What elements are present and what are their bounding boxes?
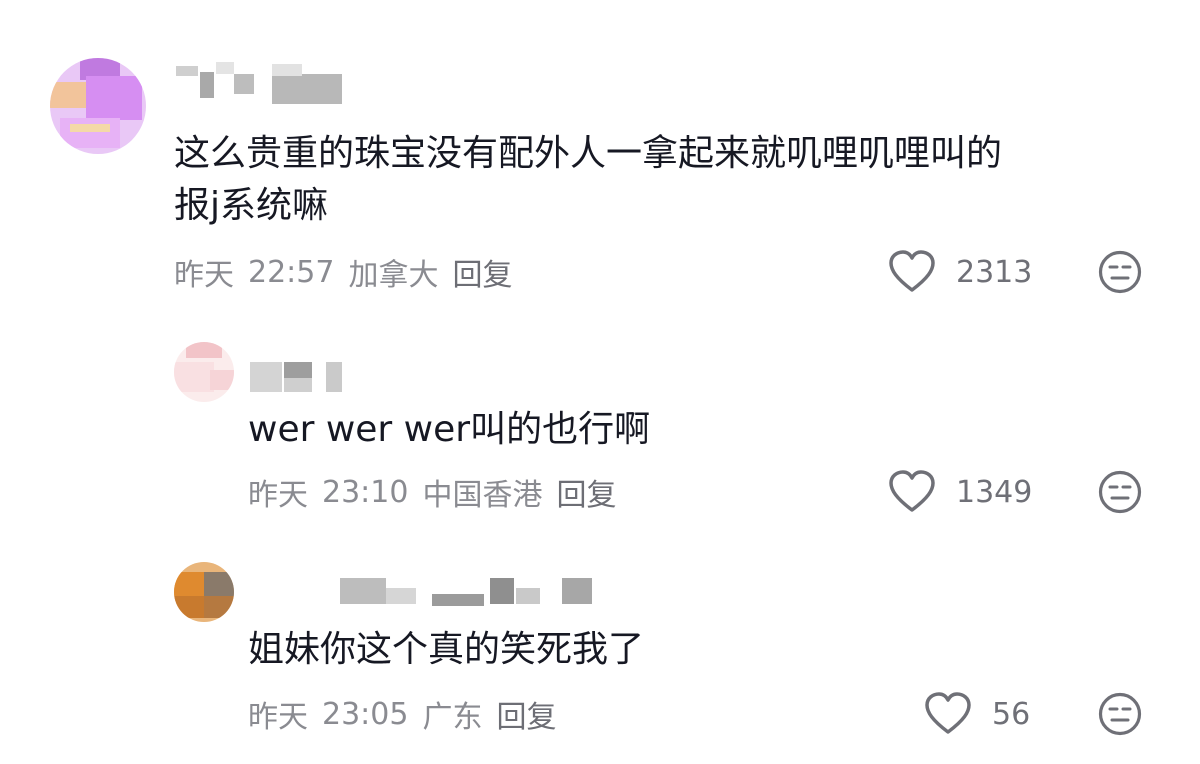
- heart-outline-icon: [925, 692, 971, 734]
- reply-button[interactable]: 回复: [452, 250, 512, 294]
- like-button[interactable]: 2313: [888, 250, 1032, 294]
- like-button[interactable]: 1349: [888, 470, 1032, 514]
- reply-item: wer wer wer叫的也行啊 昨天 23:10 中国香港 回复 1349: [0, 330, 1200, 530]
- like-count: 56: [992, 696, 1031, 732]
- neutral-face-icon[interactable]: [1098, 250, 1142, 294]
- comment-location: 广东: [422, 700, 483, 735]
- comment-meta: 昨天 23:05 广东 回复: [248, 692, 570, 736]
- avatar[interactable]: [50, 58, 146, 154]
- username-redacted[interactable]: [250, 358, 350, 394]
- comment-text: wer wer wer叫的也行啊: [248, 404, 650, 456]
- reply-item: 姐妹你这个真的笑死我了 昨天 23:05 广东 回复 56: [0, 552, 1200, 764]
- like-button[interactable]: 56: [924, 692, 1030, 736]
- comment-time: 23:05: [322, 696, 409, 732]
- comment-text-line: wer wer wer叫的也行啊: [248, 409, 651, 450]
- heart-outline-icon: [889, 250, 935, 292]
- comment-date: 昨天: [248, 700, 308, 735]
- like-count: 1349: [956, 474, 1033, 510]
- comment-time: 23:10: [322, 474, 409, 510]
- avatar[interactable]: [174, 342, 234, 402]
- comment-location: 加拿大: [348, 258, 439, 293]
- comment-meta: 昨天 23:10 中国香港 回复: [248, 470, 630, 514]
- heart-outline-icon: [889, 470, 935, 512]
- neutral-face-icon[interactable]: [1098, 692, 1142, 736]
- comment-meta: 昨天 22:57 加拿大 回复: [174, 250, 526, 294]
- username-redacted[interactable]: [340, 576, 600, 612]
- comment-date: 昨天: [248, 478, 308, 513]
- username-redacted[interactable]: [176, 62, 346, 108]
- comment-time: 22:57: [248, 254, 335, 290]
- comment-text-line: 这么贵重的珠宝没有配外人一拿起来就叽哩叽哩叫的: [174, 133, 1003, 174]
- comment-text-line: 姐妹你这个真的笑死我了: [248, 629, 645, 670]
- reply-button[interactable]: 回复: [496, 692, 556, 736]
- comment-text-line: 报j系统嘛: [174, 185, 329, 226]
- comment-item: 这么贵重的珠宝没有配外人一拿起来就叽哩叽哩叫的 报j系统嘛 昨天 22:57 加…: [0, 0, 1200, 310]
- comment-text: 姐妹你这个真的笑死我了: [248, 624, 644, 676]
- comment-location: 中国香港: [422, 478, 543, 513]
- neutral-face-icon[interactable]: [1098, 470, 1142, 514]
- reply-button[interactable]: 回复: [556, 470, 616, 514]
- comment-text: 这么贵重的珠宝没有配外人一拿起来就叽哩叽哩叫的 报j系统嘛: [174, 128, 1002, 232]
- avatar[interactable]: [174, 562, 234, 622]
- comment-date: 昨天: [174, 258, 234, 293]
- like-count: 2313: [956, 254, 1033, 290]
